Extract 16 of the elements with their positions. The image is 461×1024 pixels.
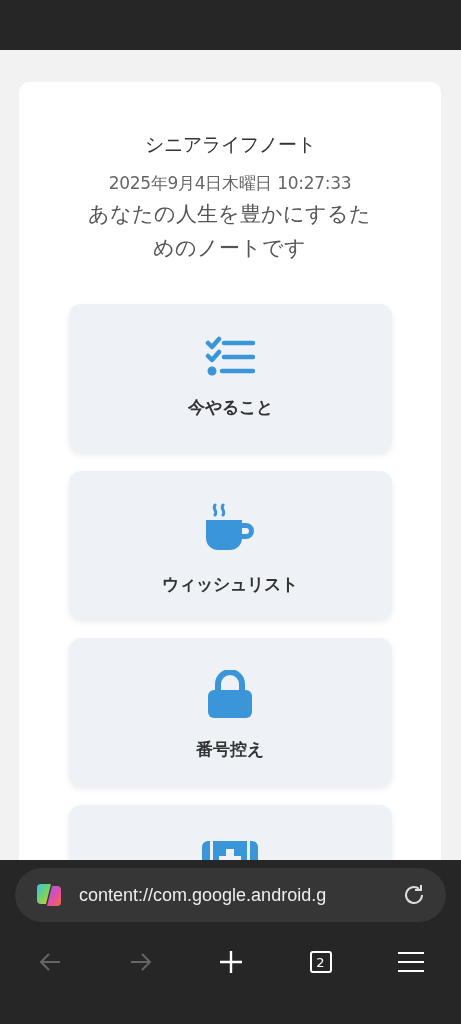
coffee-cup-icon [205,503,255,553]
menu-card[interactable]: 番号控え [68,638,392,786]
tab-count-button[interactable]: 2 [309,951,332,973]
checklist-icon [205,336,255,376]
menu-icon[interactable] [398,951,424,973]
app-title: シニアライフノート [144,132,316,157]
address-bar[interactable]: content://com.google.android.g [15,868,446,922]
menu-card[interactable]: 今やること [68,304,392,452]
new-tab-icon[interactable] [219,950,243,974]
assistant-logo-icon[interactable] [35,881,63,909]
date-time: 2025年9月4日木曜日 10:27:33 [108,172,352,195]
reload-icon[interactable] [402,883,426,907]
subtitle: あなたの人生を豊かにするためのノートです [87,201,373,262]
url-text: content://com.google.android.g [79,884,328,906]
menu-card[interactable]: ウィッシュリスト [68,471,392,619]
padlock-icon [208,670,252,718]
